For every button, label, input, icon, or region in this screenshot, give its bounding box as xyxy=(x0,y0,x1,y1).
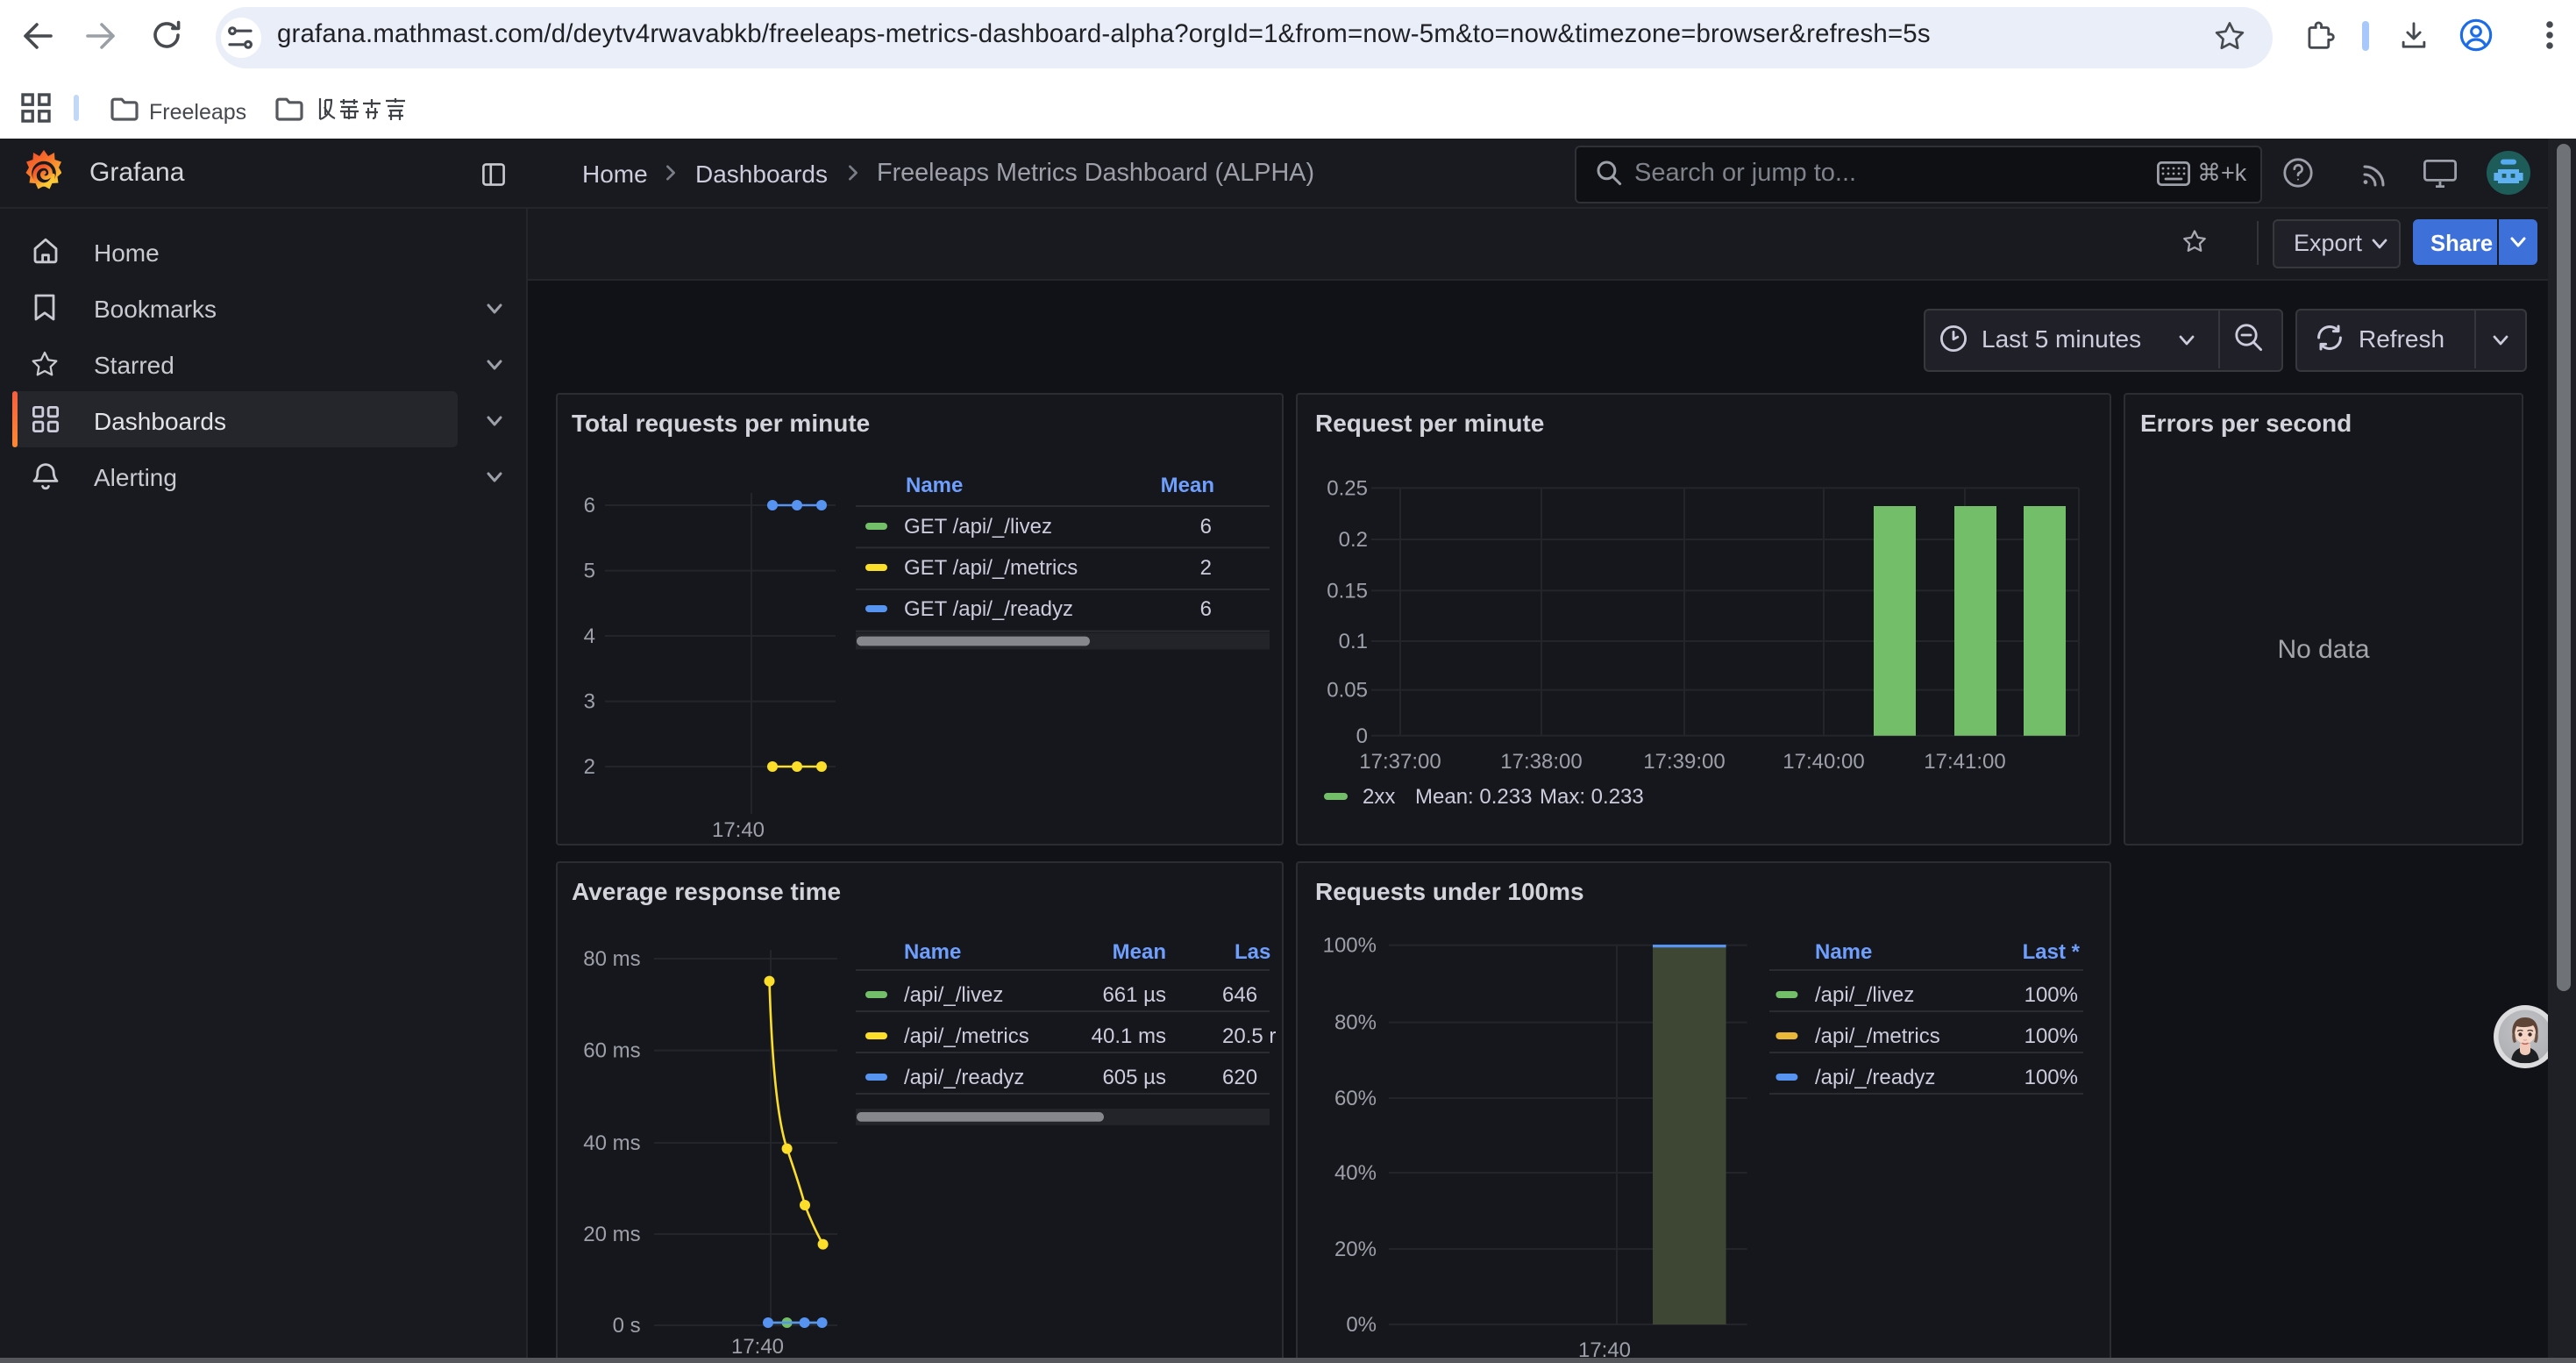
svg-text:4: 4 xyxy=(584,624,595,647)
svg-text:/api/_/readyz: /api/_/readyz xyxy=(1815,1065,1935,1088)
svg-text:40.1 ms: 40.1 ms xyxy=(1092,1024,1166,1047)
svg-text:17:41:00: 17:41:00 xyxy=(1924,749,2005,773)
svg-text:Name: Name xyxy=(904,939,961,963)
svg-text:/api/_/livez: /api/_/livez xyxy=(904,982,1003,1006)
svg-text:Last *: Last * xyxy=(2023,939,2081,963)
svg-text:100%: 100% xyxy=(2025,982,2078,1006)
svg-text:2: 2 xyxy=(1200,555,1212,579)
svg-text:20 ms: 20 ms xyxy=(583,1222,640,1245)
svg-text:17:40:00: 17:40:00 xyxy=(1783,749,1864,773)
svg-text:100%: 100% xyxy=(1323,933,1377,957)
svg-text:Max: 0.233: Max: 0.233 xyxy=(1540,784,1644,808)
svg-text:6: 6 xyxy=(584,493,595,517)
svg-text:40%: 40% xyxy=(1334,1160,1377,1184)
svg-text:0.2: 0.2 xyxy=(1339,527,1368,551)
svg-text:17:40: 17:40 xyxy=(731,1334,784,1358)
svg-text:5: 5 xyxy=(584,559,595,582)
svg-text:100%: 100% xyxy=(2025,1065,2078,1088)
svg-text:17:40: 17:40 xyxy=(712,817,765,841)
svg-text:20.5 r: 20.5 r xyxy=(1222,1024,1276,1047)
svg-text:100%: 100% xyxy=(2025,1024,2078,1047)
svg-text:0: 0 xyxy=(1356,724,1368,747)
svg-text:0.1: 0.1 xyxy=(1339,629,1368,653)
svg-text:17:38:00: 17:38:00 xyxy=(1500,749,1582,773)
svg-text:60%: 60% xyxy=(1334,1086,1377,1110)
svg-text:/api/_/metrics: /api/_/metrics xyxy=(904,1024,1029,1047)
svg-text:3: 3 xyxy=(584,689,595,713)
svg-text:620: 620 xyxy=(1222,1065,1257,1088)
svg-text:2: 2 xyxy=(584,754,595,778)
svg-text:Mean: Mean xyxy=(1113,939,1166,963)
svg-text:6: 6 xyxy=(1200,514,1212,538)
svg-text:GET /api/_/readyz: GET /api/_/readyz xyxy=(904,596,1073,620)
svg-text:Mean: 0.233: Mean: 0.233 xyxy=(1415,784,1532,808)
svg-text:/api/_/readyz: /api/_/readyz xyxy=(904,1065,1024,1088)
svg-text:6: 6 xyxy=(1200,596,1212,620)
svg-text:0%: 0% xyxy=(1346,1312,1377,1336)
svg-text:/api/_/metrics: /api/_/metrics xyxy=(1815,1024,1940,1047)
svg-text:661 µs: 661 µs xyxy=(1102,982,1166,1006)
svg-text:0.25: 0.25 xyxy=(1327,475,1368,499)
svg-text:/api/_/livez: /api/_/livez xyxy=(1815,982,1914,1006)
svg-text:2xx: 2xx xyxy=(1363,784,1395,808)
svg-text:0 s: 0 s xyxy=(613,1313,641,1337)
svg-text:80 ms: 80 ms xyxy=(583,946,640,970)
svg-text:20%: 20% xyxy=(1334,1237,1377,1260)
svg-text:60 ms: 60 ms xyxy=(583,1038,640,1062)
svg-text:40 ms: 40 ms xyxy=(583,1131,640,1154)
svg-text:GET /api/_/metrics: GET /api/_/metrics xyxy=(904,555,1078,579)
svg-text:605 µs: 605 µs xyxy=(1102,1065,1166,1088)
svg-text:Name: Name xyxy=(1815,939,1872,963)
svg-text:Mean: Mean xyxy=(1161,473,1214,496)
svg-text:0.15: 0.15 xyxy=(1327,578,1368,602)
svg-text:646: 646 xyxy=(1222,982,1257,1006)
svg-text:Name: Name xyxy=(906,473,963,496)
svg-text:0.05: 0.05 xyxy=(1327,678,1368,702)
svg-text:80%: 80% xyxy=(1334,1010,1377,1034)
svg-text:17:39:00: 17:39:00 xyxy=(1643,749,1725,773)
svg-text:Las: Las xyxy=(1235,939,1270,963)
svg-text:GET /api/_/livez: GET /api/_/livez xyxy=(904,514,1052,538)
svg-text:17:37:00: 17:37:00 xyxy=(1359,749,1441,773)
